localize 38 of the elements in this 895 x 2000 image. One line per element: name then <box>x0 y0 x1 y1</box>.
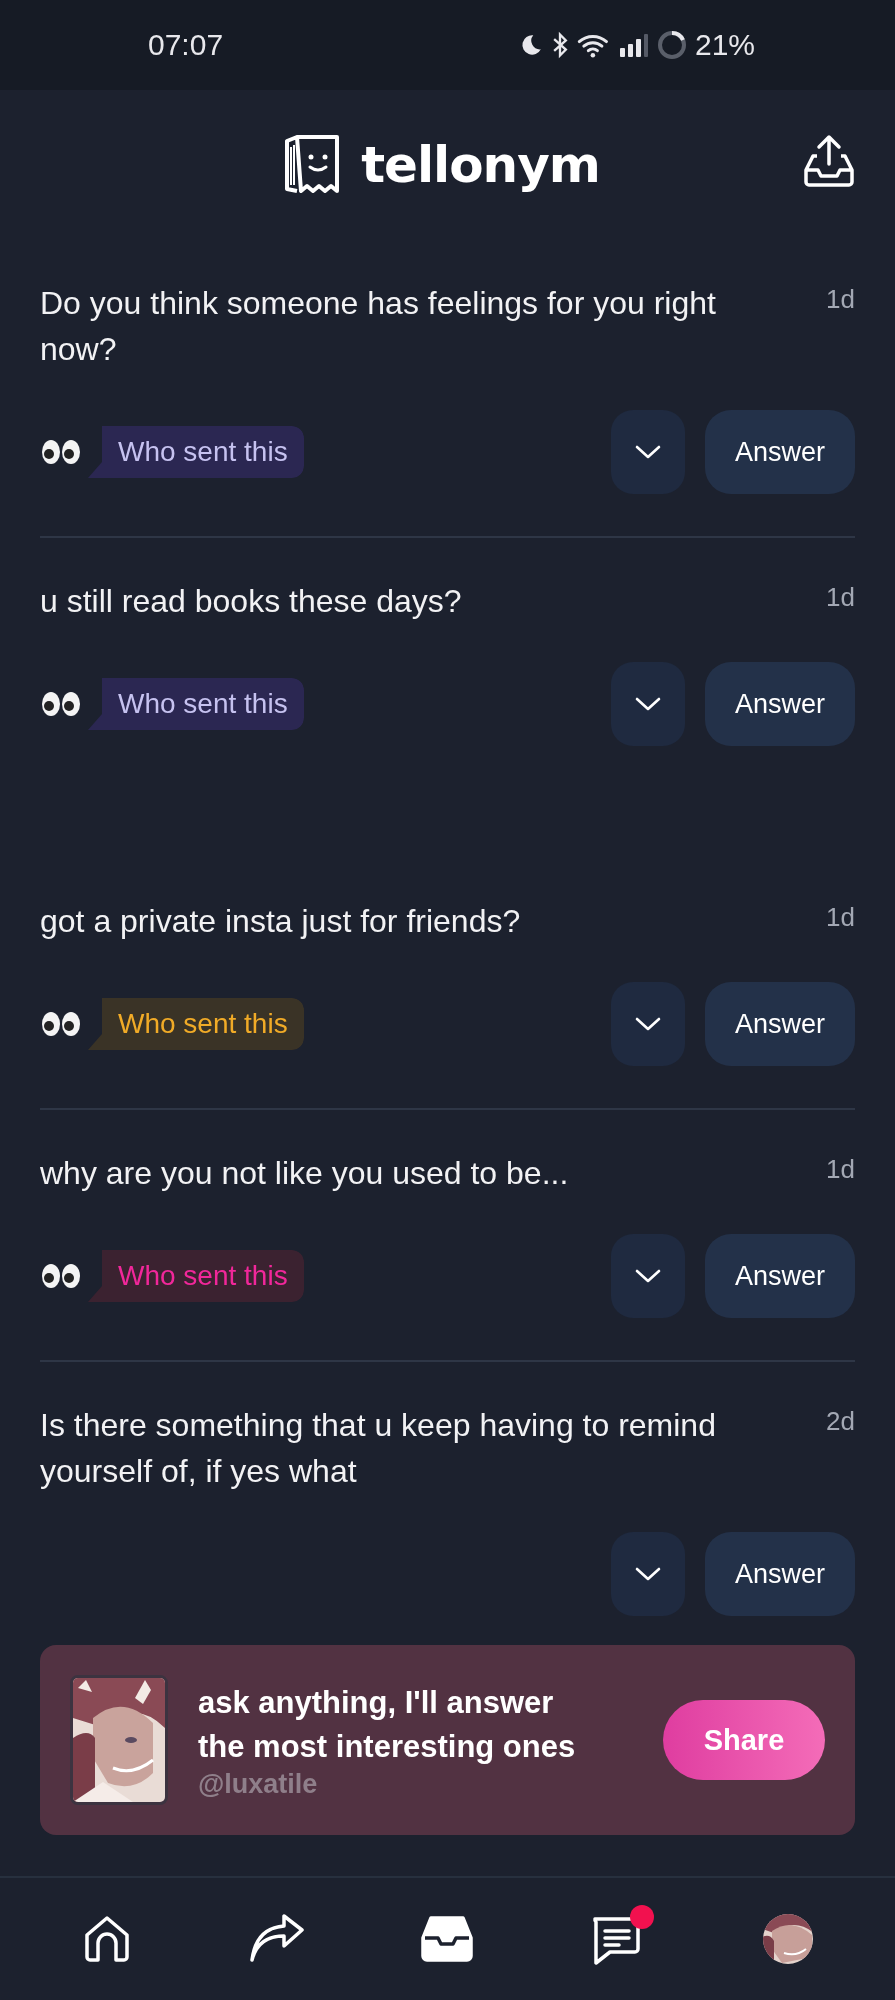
question-age: 1d <box>826 901 855 933</box>
username: @luxatile <box>198 1768 319 1800</box>
answer-button[interactable]: Answer <box>704 1234 855 1318</box>
answer-button[interactable]: Answer <box>704 662 855 746</box>
question-age: 1d <box>826 283 855 315</box>
eyes-icon <box>40 1261 82 1291</box>
who-sent-tag[interactable]: Who sent this <box>88 1250 304 1302</box>
eyes-icon <box>40 1009 82 1039</box>
share-prompt: ask anything, I'll answer the most interesting ones <box>198 1683 577 1766</box>
chevron-down-icon <box>634 1566 661 1582</box>
tray-upload-icon <box>803 134 855 188</box>
question-age: 1d <box>826 581 855 613</box>
answer-button[interactable]: Answer <box>704 410 855 494</box>
who-sent-tag[interactable]: Who sent this <box>88 426 304 478</box>
app-logo: tellonym <box>361 136 600 194</box>
who-sent-tag[interactable]: Who sent this <box>88 678 304 730</box>
chevron-down-icon <box>634 1016 661 1032</box>
question-text: Is there something that u keep having to remind yourself of, if yes what <box>40 1406 717 1491</box>
answer-button[interactable]: Answer <box>704 982 855 1066</box>
clock: 07:07 <box>148 28 224 62</box>
signal-icon <box>618 32 649 58</box>
chevron-down-icon <box>634 444 661 460</box>
question-text: got a private insta just for friends? <box>40 902 521 941</box>
question-text: u still read books these days? <box>40 582 462 621</box>
inbox-icon <box>421 1916 474 1962</box>
eyes-icon <box>40 437 82 467</box>
battery-percent: 21% <box>694 28 755 62</box>
forward-arrow-icon <box>248 1914 307 1964</box>
who-sent-tag[interactable]: Who sent this <box>88 998 304 1050</box>
chevron-down-icon <box>634 1268 661 1284</box>
answer-button[interactable]: Answer <box>704 1532 855 1616</box>
question-age: 1d <box>826 1153 855 1185</box>
eyes-icon <box>40 689 82 719</box>
battery-icon <box>656 30 687 60</box>
question-text: why are you not like you used to be... <box>40 1154 569 1193</box>
question-text: Do you think someone has feelings for you right now? <box>40 284 717 369</box>
chevron-down-icon <box>634 696 661 712</box>
question-age: 2d <box>826 1405 855 1437</box>
